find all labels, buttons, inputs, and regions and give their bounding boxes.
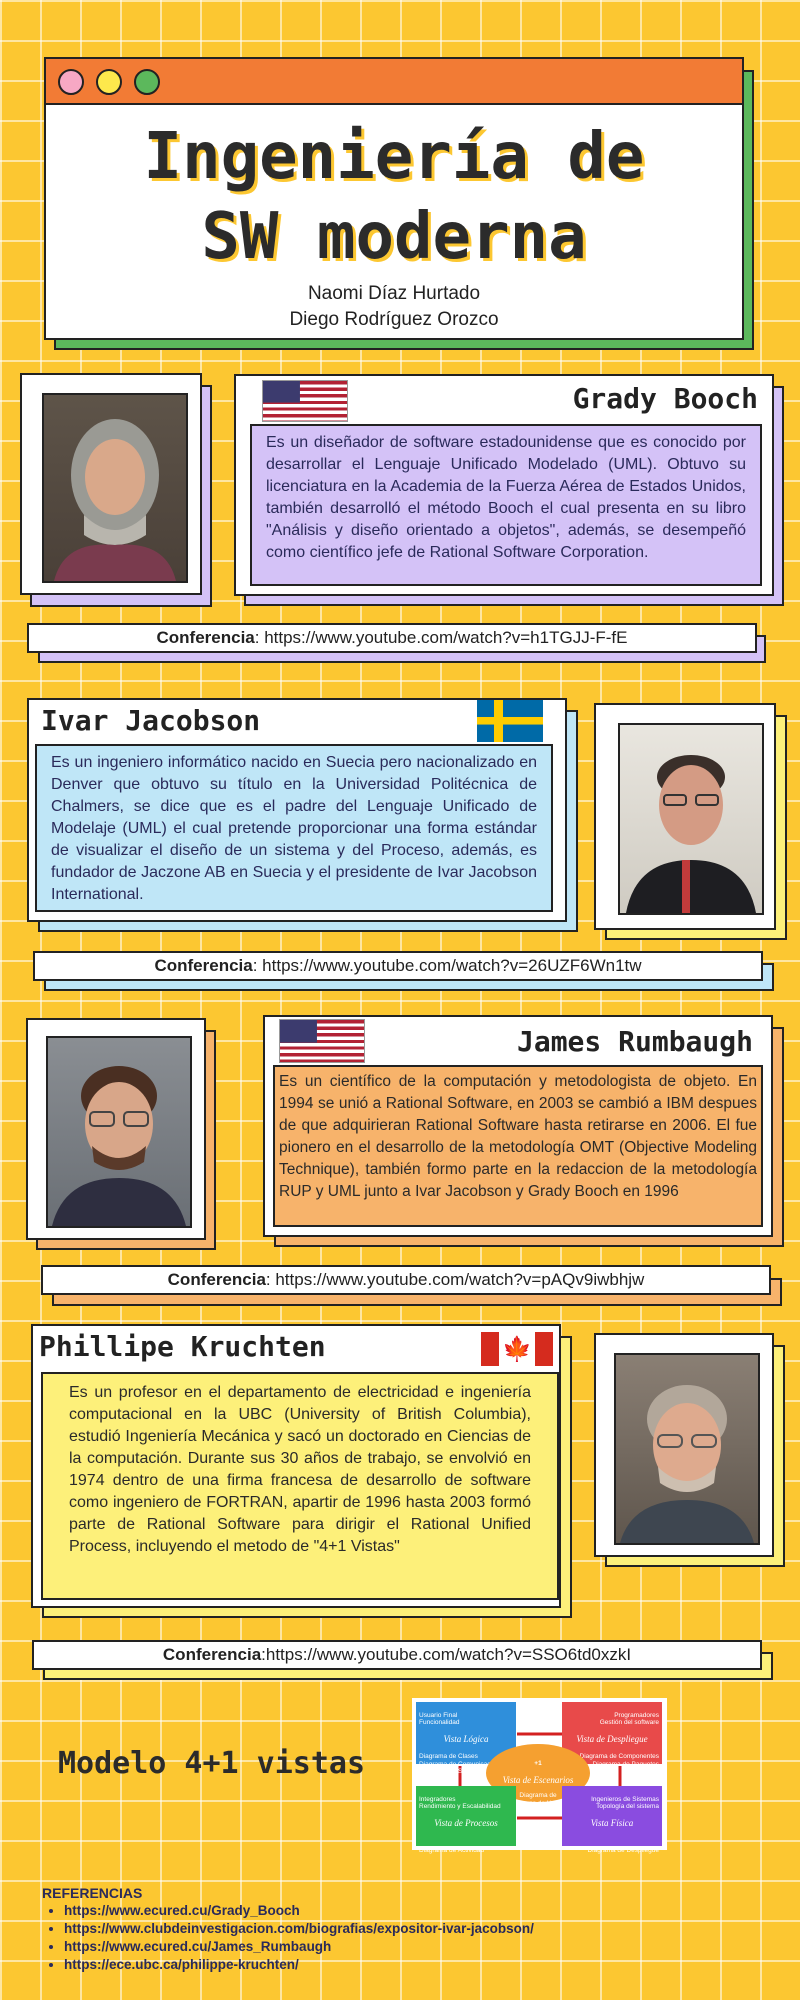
- logical-view-label: Vista Lógica: [443, 1734, 489, 1744]
- bio-card-grady-booch: Grady Booch Es un diseñador de software …: [234, 374, 774, 596]
- scenarios-view-label: Vista de Escenarios: [502, 1775, 574, 1785]
- page-title: Ingeniería de SW moderna: [46, 117, 742, 277]
- conference-url[interactable]: : https://www.youtube.com/watch?v=h1TGJJ…: [255, 628, 628, 647]
- window-dot-pink: [58, 69, 84, 95]
- model-section-title: Modelo 4+1 vistas: [58, 1746, 366, 1781]
- portrait-illustration: [620, 1385, 754, 1543]
- conference-link-james-rumbaugh[interactable]: Conferencia: https://www.youtube.com/wat…: [41, 1265, 771, 1295]
- photo-frame: [594, 1333, 774, 1557]
- maple-leaf-icon: 🍁: [502, 1335, 532, 1363]
- photo-frame: [26, 1018, 206, 1240]
- bio-text: Es un diseñador de software estadouniden…: [250, 424, 762, 586]
- person-name: Grady Booch: [572, 382, 758, 415]
- conference-link-grady-booch[interactable]: Conferencia: https://www.youtube.com/wat…: [27, 623, 757, 653]
- portrait-illustration: [626, 755, 756, 913]
- reference-link[interactable]: https://www.clubdeinvestigacion.com/biog…: [64, 1920, 782, 1938]
- conference-label: Conferencia: [156, 628, 255, 647]
- bio-card-phillipe-kruchten: Phillipe Kruchten 🍁 Es un profesor en el…: [31, 1324, 561, 1608]
- person-name: Phillipe Kruchten: [39, 1330, 326, 1363]
- authors: Naomi Díaz Hurtado Diego Rodríguez Orozc…: [46, 281, 742, 333]
- bio-card-james-rumbaugh: James Rumbaugh Es un científico de la co…: [263, 1015, 773, 1237]
- conference-link-ivar-jacobson[interactable]: Conferencia: https://www.youtube.com/wat…: [33, 951, 763, 981]
- reference-link[interactable]: https://www.ecured.cu/James_Rumbaugh: [64, 1938, 782, 1956]
- deploy-view-label: Vista de Despliegue: [576, 1734, 648, 1744]
- header-window: Ingeniería de SW moderna Naomi Díaz Hurt…: [44, 57, 744, 340]
- conference-label: Conferencia: [167, 1270, 266, 1289]
- physical-view-label: Vista Física: [590, 1818, 634, 1828]
- sweden-flag: [477, 700, 543, 742]
- window-dot-yellow: [96, 69, 122, 95]
- page-title-line2: SW moderna: [201, 200, 587, 274]
- page-title-line1: Ingeniería de: [143, 120, 645, 194]
- references-list: https://www.ecured.cu/Grady_Booch https:…: [42, 1902, 782, 1974]
- window-dot-green: [134, 69, 160, 95]
- process-view-top: Integradores Rendimiento y Escalabilidad: [419, 1795, 501, 1811]
- process-view-label: Vista de Procesos: [434, 1818, 498, 1828]
- portrait-illustration: [54, 419, 176, 581]
- author-name: Naomi Díaz Hurtado: [307, 283, 481, 304]
- physical-view-box: Ingenieros de Sistemas Topología del sis…: [562, 1786, 662, 1854]
- references-title: REFERENCIAS: [42, 1885, 143, 1901]
- scenarios-view-top: +1: [534, 1760, 542, 1767]
- portrait-illustration: [52, 1066, 186, 1226]
- portrait-photo: [618, 723, 764, 915]
- conference-link-phillipe-kruchten[interactable]: Conferencia:https://www.youtube.com/watc…: [32, 1640, 762, 1670]
- conference-label: Conferencia: [154, 956, 253, 975]
- bio-card-ivar-jacobson: Ivar Jacobson Es un ingeniero informátic…: [27, 698, 567, 922]
- process-view-bottom: Diagrama de Actividad: [419, 1847, 485, 1854]
- person-name: Ivar Jacobson: [41, 704, 261, 737]
- photo-frame: [594, 703, 776, 930]
- physical-view-top: Ingenieros de Sistemas Topología del sis…: [591, 1795, 659, 1811]
- person-name: James Rumbaugh: [516, 1025, 753, 1058]
- physical-view-bottom: Diagrama de Despliegue: [587, 1847, 659, 1854]
- author-name: Diego Rodríguez Orozco: [289, 309, 499, 330]
- usa-flag: [279, 1019, 365, 1063]
- usa-flag: [262, 380, 348, 422]
- bio-text: Es un profesor en el departamento de ele…: [41, 1372, 559, 1600]
- conference-url[interactable]: : https://www.youtube.com/watch?v=pAQv9i…: [266, 1270, 644, 1289]
- portrait-photo: [614, 1353, 760, 1545]
- references-section: REFERENCIAS https://www.ecured.cu/Grady_…: [42, 1884, 782, 1974]
- bio-text: Es un ingeniero informático nacido en Su…: [35, 744, 553, 912]
- logical-view-top: Usuario Final Funcionalidad: [419, 1711, 460, 1727]
- window-titlebar: [46, 59, 742, 105]
- portrait-photo: [46, 1036, 192, 1228]
- portrait-photo: [42, 393, 188, 583]
- reference-link[interactable]: https://ece.ubc.ca/philippe-kruchten/: [64, 1956, 782, 1974]
- canada-flag: 🍁: [481, 1332, 553, 1366]
- conference-url[interactable]: :https://www.youtube.com/watch?v=SSO6td0…: [261, 1645, 631, 1664]
- conference-label: Conferencia: [162, 1645, 262, 1664]
- photo-frame: [20, 373, 202, 595]
- conference-url[interactable]: : https://www.youtube.com/watch?v=26UZF6…: [253, 956, 642, 975]
- reference-link[interactable]: https://www.ecured.cu/Grady_Booch: [64, 1902, 782, 1920]
- bio-text: Es un científico de la computación y met…: [273, 1065, 763, 1227]
- deploy-view-top: Programadores Gestión del software: [599, 1711, 659, 1727]
- process-view-box: Integradores Rendimiento y Escalabilidad…: [416, 1786, 516, 1854]
- four-plus-one-diagram: Usuario Final Funcionalidad Vista Lógica…: [412, 1698, 667, 1854]
